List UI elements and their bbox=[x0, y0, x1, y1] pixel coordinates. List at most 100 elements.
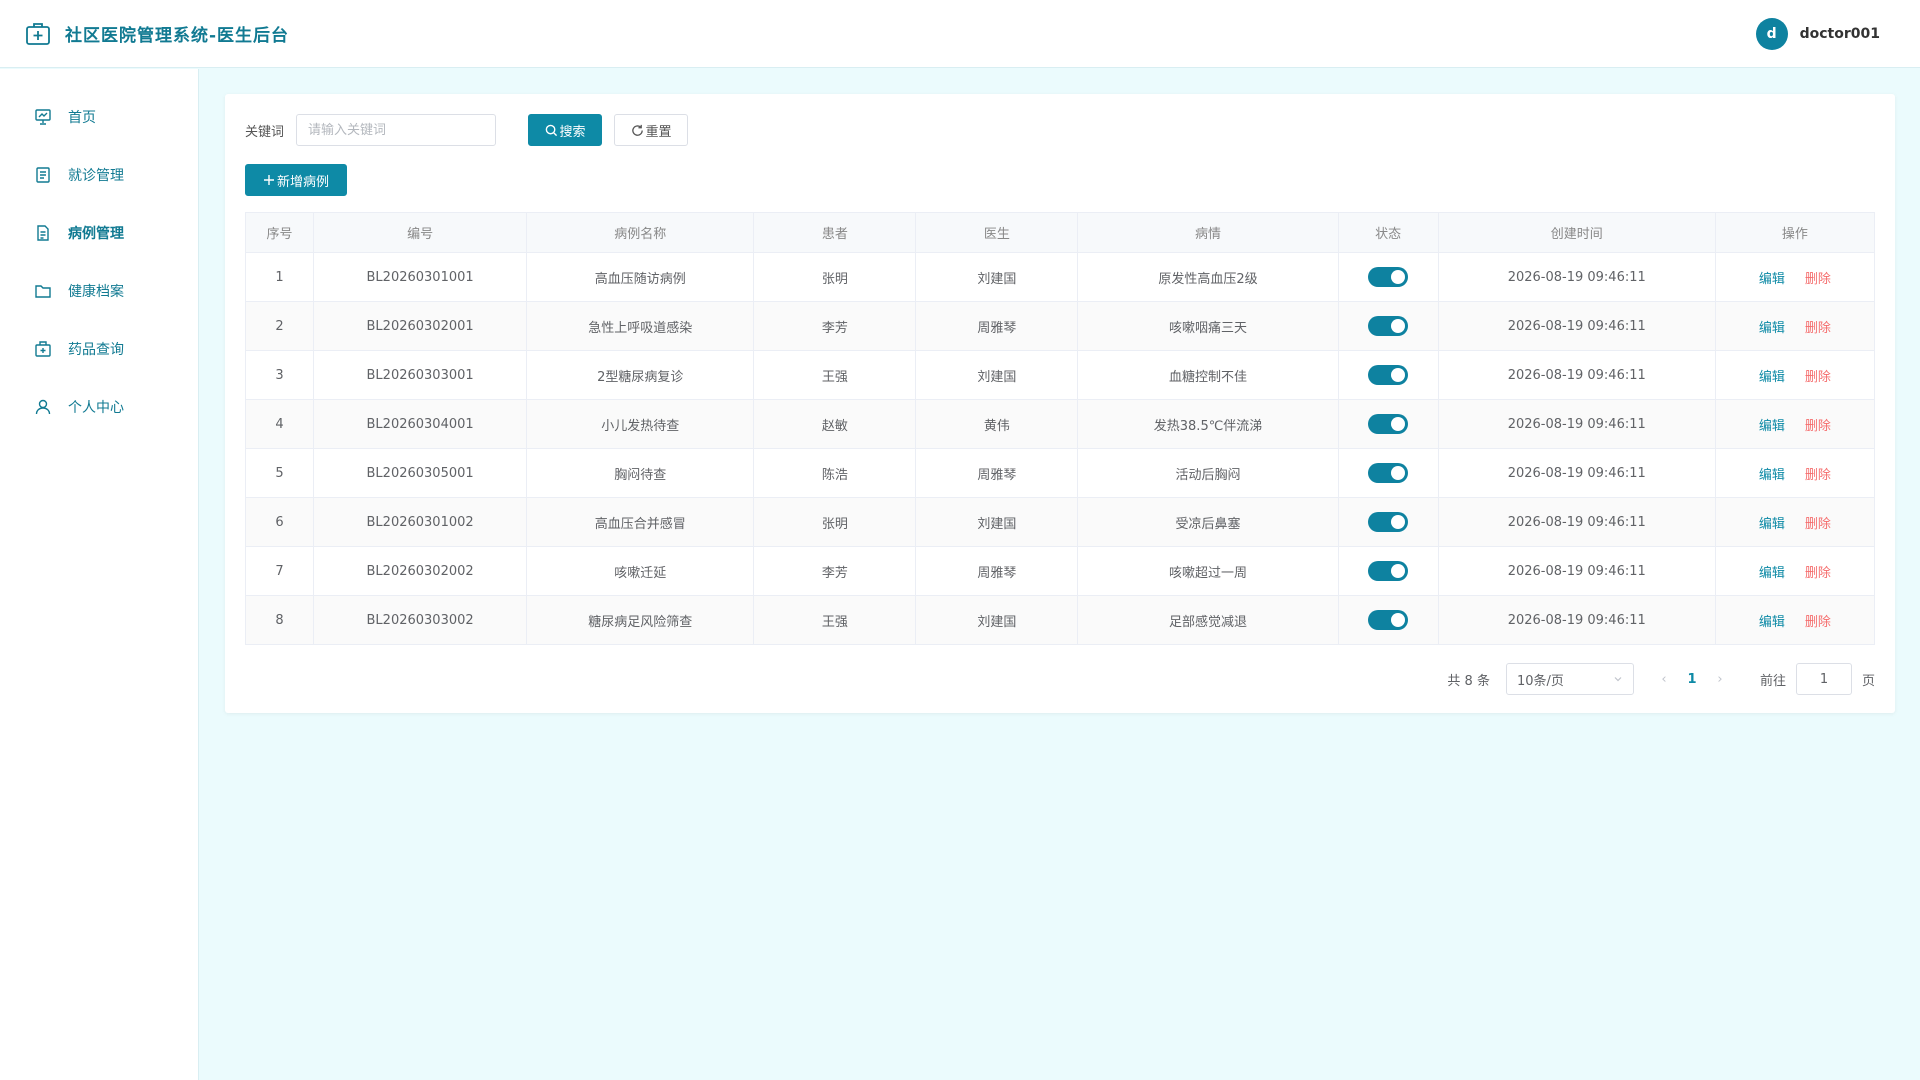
cell-actions: 编辑 删除 bbox=[1714, 497, 1876, 547]
cell-code: BL20260301001 bbox=[313, 252, 528, 302]
sidebar-item-label: 药品查询 bbox=[68, 342, 124, 358]
cell-patient: 陈浩 bbox=[753, 448, 917, 498]
delete-button[interactable]: 删除 bbox=[1805, 272, 1831, 287]
edit-button[interactable]: 编辑 bbox=[1759, 370, 1785, 385]
status-toggle[interactable] bbox=[1368, 316, 1409, 336]
case-table: 序号 编号 病例名称 患者 医生 病情 状态 创建时间 操作 1 BL202603… bbox=[244, 212, 1876, 645]
search-button[interactable]: 搜索 bbox=[528, 114, 603, 146]
cell-created: 2026-08-19 09:46:11 bbox=[1437, 497, 1716, 547]
delete-button[interactable]: 删除 bbox=[1805, 419, 1831, 434]
status-toggle[interactable] bbox=[1368, 463, 1409, 483]
cell-status bbox=[1337, 595, 1439, 645]
sidebar-item-medicine[interactable]: 药品查询 bbox=[0, 320, 198, 378]
edit-button[interactable]: 编辑 bbox=[1759, 517, 1785, 532]
cell-index: 8 bbox=[244, 595, 315, 645]
delete-button[interactable]: 删除 bbox=[1805, 370, 1831, 385]
cell-case-name: 2型糖尿病复诊 bbox=[526, 350, 755, 400]
sidebar-item-label: 病例管理 bbox=[68, 226, 124, 242]
cell-condition: 血糖控制不佳 bbox=[1077, 350, 1339, 400]
column-header: 序号 bbox=[244, 212, 315, 253]
page-size-value: 10条/页 bbox=[1516, 673, 1564, 689]
sidebar-item-visits[interactable]: 就诊管理 bbox=[0, 146, 198, 204]
status-toggle[interactable] bbox=[1368, 512, 1409, 532]
table-row: 5 BL20260305001 胸闷待查 陈浩 周雅琴 活动后胸闷 2026-08-19 0… bbox=[244, 448, 1876, 498]
status-toggle[interactable] bbox=[1368, 561, 1409, 581]
avatar[interactable]: d bbox=[1755, 17, 1788, 50]
cell-doctor: 周雅琴 bbox=[915, 301, 1079, 351]
cell-case-name: 高血压合并感冒 bbox=[526, 497, 755, 547]
status-toggle[interactable] bbox=[1368, 365, 1409, 385]
column-header: 创建时间 bbox=[1437, 212, 1716, 253]
delete-button[interactable]: 删除 bbox=[1805, 468, 1831, 483]
cell-patient: 王强 bbox=[753, 350, 917, 400]
sidebar-item-profile[interactable]: 个人中心 bbox=[0, 378, 198, 436]
cell-created: 2026-08-19 09:46:11 bbox=[1437, 546, 1716, 596]
goto-page-input[interactable] bbox=[1795, 663, 1852, 695]
page-number[interactable]: 1 bbox=[1676, 672, 1708, 687]
cell-patient: 张明 bbox=[753, 252, 917, 302]
cell-case-name: 高血压随访病例 bbox=[526, 252, 755, 302]
cell-doctor: 黄伟 bbox=[915, 399, 1079, 449]
cell-condition: 咳嗽咽痛三天 bbox=[1077, 301, 1339, 351]
cell-actions: 编辑 删除 bbox=[1714, 252, 1876, 302]
cell-index: 7 bbox=[244, 546, 315, 596]
cell-condition: 足部感觉减退 bbox=[1077, 595, 1339, 645]
delete-button[interactable]: 删除 bbox=[1805, 615, 1831, 630]
column-header: 状态 bbox=[1337, 212, 1439, 253]
table-row: 6 BL20260301002 高血压合并感冒 张明 刘建国 受凉后鼻塞 2026-08-1… bbox=[244, 497, 1876, 547]
edit-button[interactable]: 编辑 bbox=[1759, 468, 1785, 483]
folder-icon bbox=[34, 282, 52, 300]
cell-created: 2026-08-19 09:46:11 bbox=[1437, 399, 1716, 449]
edit-button[interactable]: 编辑 bbox=[1759, 321, 1785, 336]
cell-patient: 张明 bbox=[753, 497, 917, 547]
username[interactable]: doctor001 bbox=[1800, 26, 1880, 42]
cell-code: BL20260303002 bbox=[313, 595, 528, 645]
cell-status bbox=[1337, 546, 1439, 596]
delete-button[interactable]: 删除 bbox=[1805, 321, 1831, 336]
sidebar-item-home[interactable]: 首页 bbox=[0, 88, 198, 146]
cell-patient: 王强 bbox=[753, 595, 917, 645]
cell-doctor: 周雅琴 bbox=[915, 546, 1079, 596]
cell-index: 4 bbox=[244, 399, 315, 449]
search-button-label: 搜索 bbox=[559, 124, 586, 140]
cell-condition: 原发性高血压2级 bbox=[1077, 252, 1339, 302]
sidebar-item-cases[interactable]: 病例管理 bbox=[0, 204, 198, 262]
status-toggle[interactable] bbox=[1368, 610, 1409, 630]
cell-condition: 咳嗽超过一周 bbox=[1077, 546, 1339, 596]
status-toggle[interactable] bbox=[1368, 267, 1409, 287]
add-case-button[interactable]: 新增病例 bbox=[245, 164, 347, 196]
sidebar-item-health-records[interactable]: 健康档案 bbox=[0, 262, 198, 320]
cell-code: BL20260301002 bbox=[313, 497, 528, 547]
cell-actions: 编辑 删除 bbox=[1714, 301, 1876, 351]
pagination: 共 8 条 10条/页 ‹ 1 › 前往 页 bbox=[245, 663, 1875, 695]
sidebar-item-label: 健康档案 bbox=[68, 284, 124, 300]
cell-status bbox=[1337, 448, 1439, 498]
status-toggle[interactable] bbox=[1368, 414, 1409, 434]
edit-button[interactable]: 编辑 bbox=[1759, 419, 1785, 434]
search-icon bbox=[545, 124, 557, 136]
delete-button[interactable]: 删除 bbox=[1805, 517, 1831, 532]
cell-index: 6 bbox=[244, 497, 315, 547]
total-count: 共 8 条 bbox=[1447, 673, 1490, 689]
app-title: 社区医院管理系统-医生后台 bbox=[65, 26, 290, 46]
brand: 社区医院管理系统-医生后台 bbox=[25, 21, 289, 47]
edit-button[interactable]: 编辑 bbox=[1759, 615, 1785, 630]
cell-code: BL20260302002 bbox=[313, 546, 528, 596]
prev-page-button[interactable]: ‹ bbox=[1652, 672, 1676, 687]
reset-button[interactable]: 重置 bbox=[614, 114, 689, 146]
cell-status bbox=[1337, 497, 1439, 547]
keyword-label: 关键词 bbox=[245, 124, 285, 140]
cell-index: 2 bbox=[244, 301, 315, 351]
cell-patient: 李芳 bbox=[753, 301, 917, 351]
user-menu[interactable]: d doctor001 bbox=[1755, 17, 1880, 50]
cell-code: BL20260305001 bbox=[313, 448, 528, 498]
edit-button[interactable]: 编辑 bbox=[1759, 272, 1785, 287]
cell-index: 5 bbox=[244, 448, 315, 498]
page-size-select[interactable]: 10条/页 bbox=[1505, 663, 1634, 695]
edit-button[interactable]: 编辑 bbox=[1759, 566, 1785, 581]
delete-button[interactable]: 删除 bbox=[1805, 566, 1831, 581]
next-page-button[interactable]: › bbox=[1708, 672, 1732, 687]
cell-actions: 编辑 删除 bbox=[1714, 350, 1876, 400]
table-row: 1 BL20260301001 高血压随访病例 张明 刘建国 原发性高血压2级 2026-0… bbox=[244, 252, 1876, 302]
keyword-input[interactable] bbox=[296, 114, 497, 146]
